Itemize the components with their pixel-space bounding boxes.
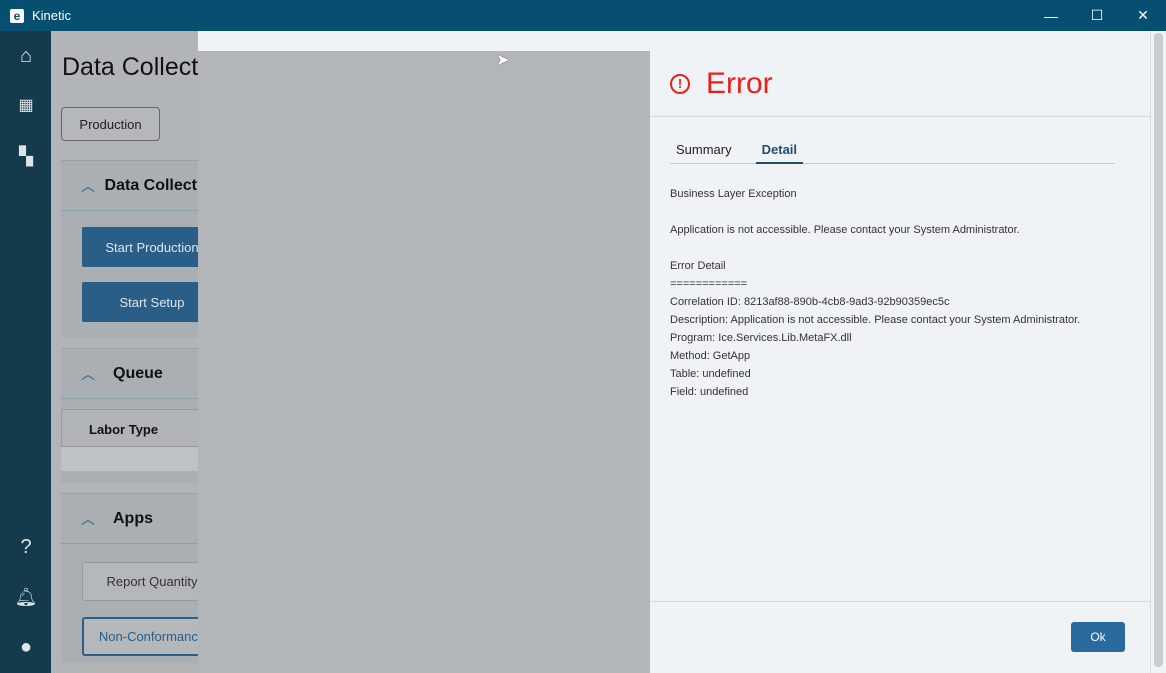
queue-card: ︿ Queue Labor Type [61, 348, 198, 483]
help-icon[interactable]: ? [13, 534, 39, 560]
apps-card: ︿ Apps Report Quantity Non-Conformance [61, 493, 198, 663]
divider [650, 116, 1150, 117]
dashboard-icon[interactable]: ▚ [13, 143, 39, 169]
non-conformance-button[interactable]: Non-Conformance [82, 617, 198, 656]
data-collection-card: ︿Data Collection Start Production Start … [61, 160, 198, 338]
tab-detail[interactable]: Detail [755, 139, 804, 164]
error-line: Program: Ice.Services.Lib.MetaFX.dll [670, 332, 852, 344]
error-line: Description: Application is not accessib… [670, 314, 1081, 326]
home-icon[interactable]: ⌂ [13, 43, 39, 69]
error-line: Field: undefined [670, 386, 749, 398]
start-setup-button[interactable]: Start Setup [82, 282, 198, 322]
divider [650, 601, 1150, 602]
apps-grid-icon[interactable]: ▦ [13, 93, 39, 119]
page-title: Data Collection [62, 53, 198, 81]
report-quantity-button[interactable]: Report Quantity [82, 562, 198, 601]
mouse-cursor-icon: ➤ [496, 52, 510, 69]
user-icon[interactable]: ● [13, 634, 39, 660]
maximize-button[interactable]: ☐ [1074, 0, 1120, 31]
production-button[interactable]: Production [61, 107, 160, 141]
dialog-title: Error [706, 67, 773, 100]
side-nav: ⌂ ▦ ▚ ? 🔔︎ ● [0, 31, 51, 673]
section-title: Queue [113, 364, 163, 382]
error-line: Table: undefined [670, 368, 751, 380]
error-detail-text: Business Layer Exception Application is n… [670, 185, 1080, 401]
close-button[interactable]: ✕ [1120, 0, 1166, 31]
error-line: Correlation ID: 8213af88-890b-4cb8-9ad3-… [670, 296, 950, 308]
start-production-button[interactable]: Start Production [82, 227, 198, 267]
error-line: Business Layer Exception [670, 188, 797, 200]
title-bar: e Kinetic — ☐ ✕ [0, 0, 1166, 31]
dialog-tabs: Summary Detail [670, 139, 1115, 164]
section-title: Apps [113, 509, 153, 527]
error-icon: ! [670, 74, 690, 94]
error-line [670, 203, 1080, 221]
scrollbar[interactable] [1150, 31, 1166, 673]
kinetic-logo-icon: e [10, 8, 24, 23]
section-title: Data Collection [104, 176, 198, 194]
app-title: Kinetic [32, 8, 72, 23]
data-collection-page: Data Collection Production ︿Data Collect… [51, 31, 198, 673]
ok-button[interactable]: Ok [1071, 622, 1125, 652]
tab-summary[interactable]: Summary [670, 139, 738, 164]
scrollbar-thumb[interactable] [1154, 33, 1163, 667]
overlay-strip [198, 31, 650, 51]
chevron-up-icon[interactable]: ︿ [81, 509, 113, 529]
bell-icon[interactable]: 🔔︎ [13, 584, 39, 610]
chevron-up-icon[interactable]: ︿ [81, 176, 105, 196]
column-header-labor-type[interactable]: Labor Type [61, 409, 198, 447]
error-line: Method: GetApp [670, 350, 751, 362]
chevron-up-icon[interactable]: ︿ [81, 364, 113, 384]
minimize-button[interactable]: — [1028, 0, 1074, 31]
error-line: Application is not accessible. Please co… [670, 224, 1020, 236]
error-line: ============ [670, 278, 748, 290]
error-dialog: ! Error Summary Detail Business Layer Ex… [650, 31, 1150, 673]
error-line: Error Detail [670, 260, 726, 272]
error-line [670, 239, 1080, 257]
queue-empty-row [61, 447, 198, 471]
modal-backdrop [198, 51, 650, 673]
